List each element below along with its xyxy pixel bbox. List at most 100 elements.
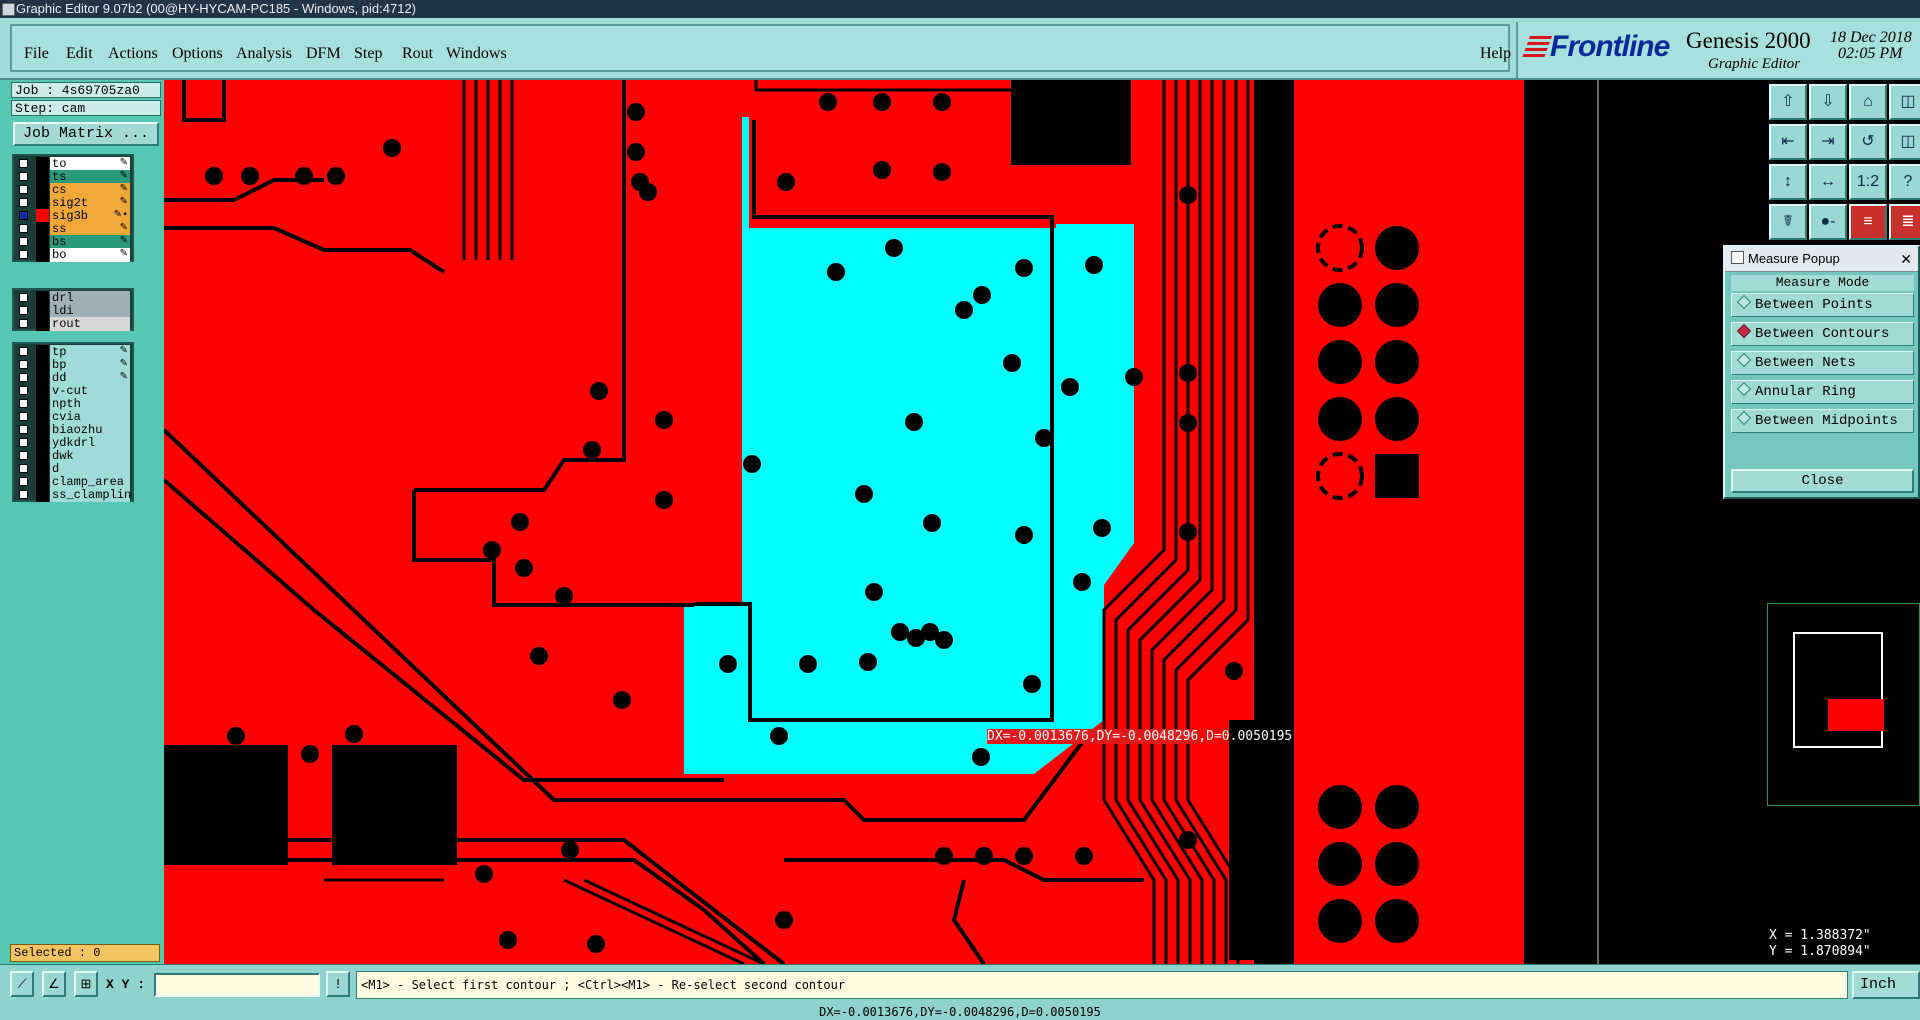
layer-row-ldi[interactable]: ldi: [14, 303, 132, 318]
layer-row-bs[interactable]: bs ✎: [14, 234, 132, 249]
layer-checkbox[interactable]: [19, 306, 28, 315]
layer-checkbox[interactable]: [19, 211, 28, 220]
layer-checkbox[interactable]: [19, 185, 28, 194]
layer-row-v-cut[interactable]: v-cut: [14, 383, 132, 398]
split-icon[interactable]: ◫: [1889, 124, 1920, 160]
layer-row-drl[interactable]: drl: [14, 290, 132, 305]
close-icon[interactable]: ✕: [1900, 247, 1912, 271]
layer-row-cs[interactable]: cs ✎: [14, 182, 132, 197]
layer-row-biaozhu[interactable]: biaozhu: [14, 422, 132, 437]
help-icon[interactable]: ?: [1889, 164, 1920, 200]
layer-row-bo[interactable]: bo ✎: [14, 247, 132, 262]
layer-name[interactable]: ss_clampline: [50, 488, 130, 502]
layer-name[interactable]: bo ✎: [50, 248, 130, 262]
option-between-midpoints[interactable]: Between Midpoints: [1731, 409, 1914, 433]
layer-checkbox[interactable]: [19, 159, 28, 168]
layer-checkbox[interactable]: [19, 386, 28, 395]
layer-checkbox[interactable]: [19, 438, 28, 447]
layer-display-swatch[interactable]: [36, 317, 49, 331]
layer-checkbox[interactable]: [19, 224, 28, 233]
layer-checkbox[interactable]: [19, 172, 28, 181]
layer-checkbox[interactable]: [19, 490, 28, 499]
next-icon[interactable]: ⇥: [1809, 124, 1847, 160]
layer-down-icon[interactable]: ⇩: [1809, 84, 1847, 120]
job-matrix-button[interactable]: Job Matrix ...: [13, 122, 159, 146]
option-annular-ring[interactable]: Annular Ring: [1731, 380, 1914, 404]
layer-checkbox[interactable]: [19, 373, 28, 382]
exclamation-icon[interactable]: !: [326, 971, 350, 997]
layer-name[interactable]: rout: [50, 317, 130, 331]
layer-row-rout[interactable]: rout: [14, 316, 132, 331]
net-select-icon[interactable]: ≣: [1889, 204, 1920, 240]
coord-y: Y = 1.870894": [1769, 944, 1871, 959]
layer-row-dwk[interactable]: dwk: [14, 448, 132, 463]
layer-row-dd[interactable]: dd ✎: [14, 370, 132, 385]
snap-icon[interactable]: ☤: [1769, 204, 1807, 240]
menu-step[interactable]: Step: [354, 45, 382, 63]
layer-checkbox[interactable]: [19, 347, 28, 356]
menu-actions[interactable]: Actions: [108, 45, 158, 63]
layer-row-to[interactable]: to ✎: [14, 156, 132, 171]
menu-help[interactable]: Help: [1480, 45, 1511, 63]
menu-options[interactable]: Options: [172, 45, 223, 63]
units-dropdown[interactable]: Inch: [1852, 971, 1920, 999]
window-icon[interactable]: ◫: [1889, 84, 1920, 120]
menu-dfm[interactable]: DFM: [306, 45, 341, 63]
layer-row-ss[interactable]: ss ✎: [14, 221, 132, 236]
layer-checkbox[interactable]: [19, 451, 28, 460]
home-icon[interactable]: ⌂: [1849, 84, 1887, 120]
layer-display-swatch[interactable]: [36, 248, 49, 262]
menu-file[interactable]: File: [24, 45, 49, 63]
zoom-fit-icon[interactable]: ↕: [1769, 164, 1807, 200]
option-between-nets[interactable]: Between Nets: [1731, 351, 1914, 375]
clock-time: 02:05 PM: [1838, 45, 1903, 62]
measure-icon[interactable]: ●-: [1809, 204, 1847, 240]
menu-rout[interactable]: Rout: [402, 45, 433, 63]
layer-row-ydkdrl[interactable]: ydkdrl: [14, 435, 132, 450]
layer-checkbox[interactable]: [19, 425, 28, 434]
layer-row-ts[interactable]: ts ✎: [14, 169, 132, 184]
layer-row-npth[interactable]: npth: [14, 396, 132, 411]
layer-checkbox[interactable]: [19, 237, 28, 246]
layer-row-cvia[interactable]: cvia: [14, 409, 132, 424]
undo-icon[interactable]: ↺: [1849, 124, 1887, 160]
net-icon[interactable]: ≡: [1849, 204, 1887, 240]
layer-row-bp[interactable]: bp ✎: [14, 357, 132, 372]
zoom-center-icon[interactable]: ↔: [1809, 164, 1847, 200]
app-icon: [2, 3, 15, 16]
layer-row-sig2t[interactable]: sig2t ✎: [14, 195, 132, 210]
measure-distance: ,D=0.0050195: [1198, 729, 1293, 744]
option-between-contours[interactable]: Between Contours: [1731, 322, 1914, 346]
layer-display-swatch[interactable]: [36, 488, 49, 502]
layer-row-sig3b[interactable]: sig3b ✎▪: [14, 208, 132, 223]
angle-mode-icon[interactable]: ∠: [42, 971, 66, 997]
layer-row-tp[interactable]: tp ✎: [14, 344, 132, 359]
layer-up-icon[interactable]: ⇧: [1769, 84, 1807, 120]
menu-analysis[interactable]: Analysis: [236, 45, 292, 63]
layer-checkbox[interactable]: [19, 198, 28, 207]
layer-checkbox[interactable]: [19, 464, 28, 473]
snap-mode-icon[interactable]: ⟋: [10, 971, 34, 997]
layer-checkbox[interactable]: [19, 412, 28, 421]
menu-edit[interactable]: Edit: [66, 45, 93, 63]
layer-row-ss_clampline[interactable]: ss_clampline: [14, 487, 132, 502]
grid-icon[interactable]: ⊞: [74, 971, 98, 997]
layer-checkbox[interactable]: [19, 319, 28, 328]
option-between-points[interactable]: Between Points: [1731, 293, 1914, 317]
layer-checkbox[interactable]: [19, 399, 28, 408]
menu-windows[interactable]: Windows: [446, 45, 507, 63]
layer-checkbox[interactable]: [19, 293, 28, 302]
prev-icon[interactable]: ⇤: [1769, 124, 1807, 160]
popup-titlebar[interactable]: Measure Popup ✕: [1725, 247, 1918, 272]
graphic-canvas[interactable]: DX=-0.0013676,DY=-0.0048296,D=0.0050195: [164, 80, 1766, 964]
layer-row-clamp_area[interactable]: clamp_area: [14, 474, 132, 489]
scale-icon[interactable]: 1:2: [1849, 164, 1887, 200]
layer-checkbox[interactable]: [19, 360, 28, 369]
layer-checkbox[interactable]: [19, 477, 28, 486]
close-button[interactable]: Close: [1731, 469, 1914, 493]
overview-map[interactable]: [1767, 603, 1920, 806]
xy-input[interactable]: [154, 973, 320, 997]
overview-board-shape: [1828, 699, 1884, 731]
layer-row-d[interactable]: d: [14, 461, 132, 476]
layer-checkbox[interactable]: [19, 250, 28, 259]
